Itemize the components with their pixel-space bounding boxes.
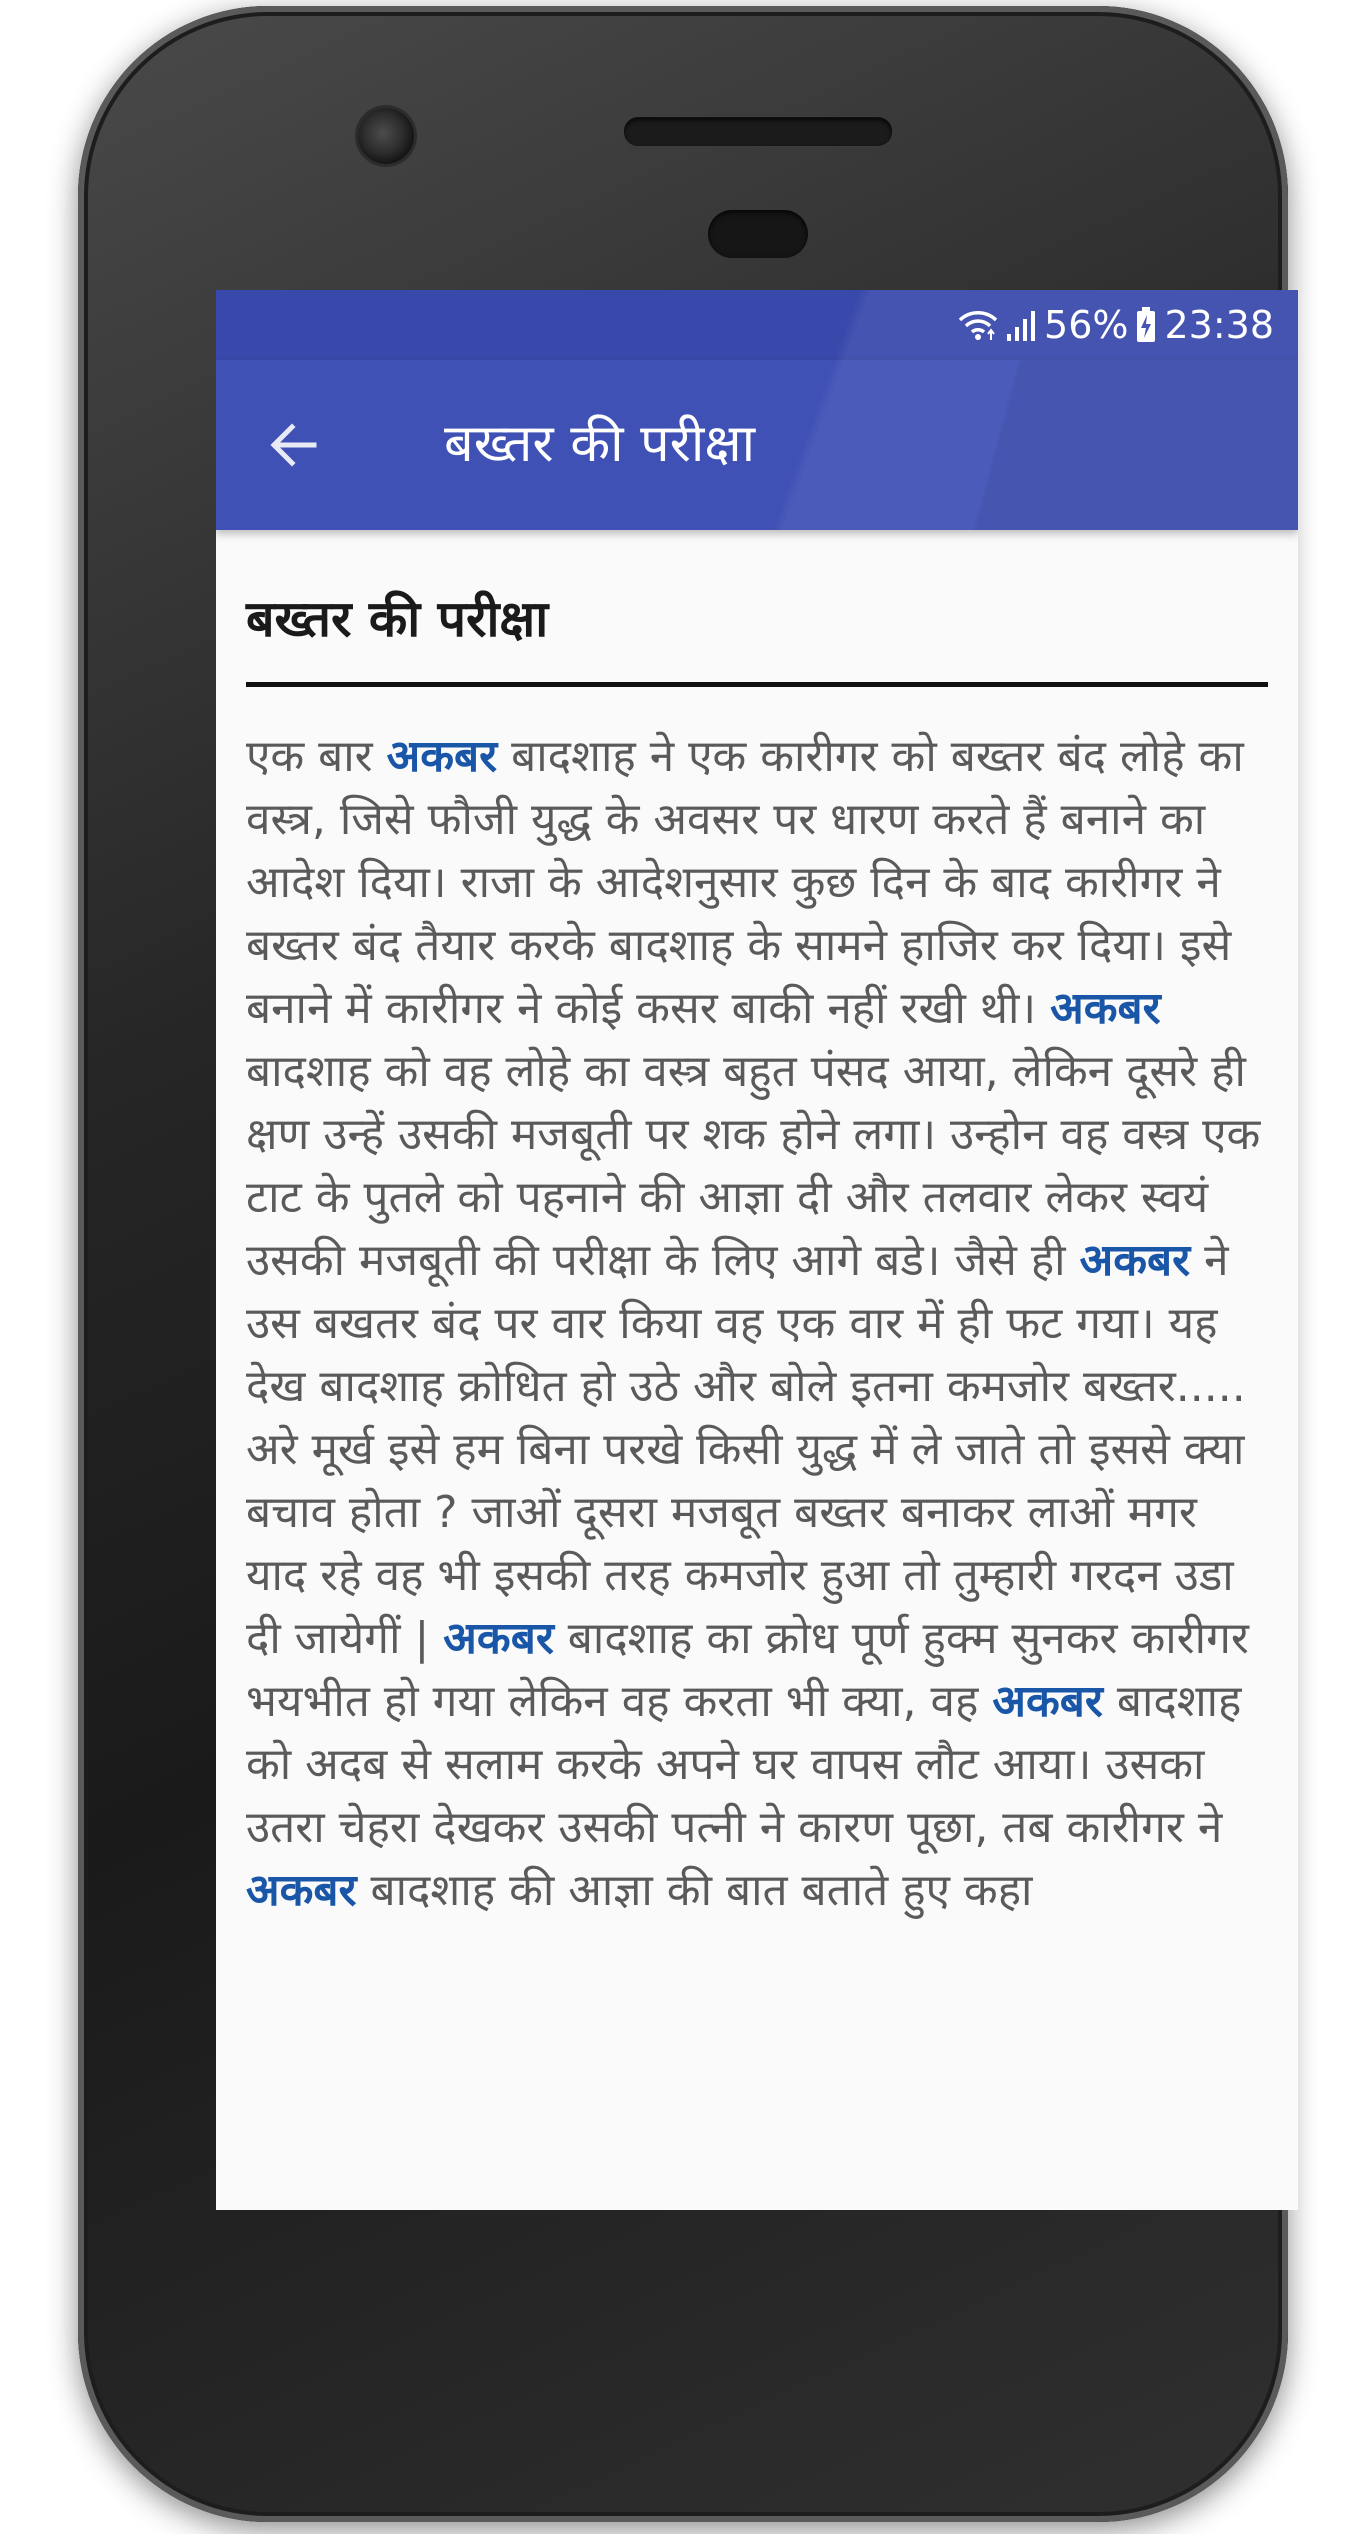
highlighted-name: अकबर: [1050, 983, 1161, 1034]
proximity-sensor: [708, 210, 808, 258]
highlighted-name: अकबर: [246, 1865, 357, 1916]
story-text: एक बार: [246, 731, 387, 782]
signal-icon: [1006, 308, 1036, 342]
story-content[interactable]: बख्तर की परीक्षा एक बार अकबर बादशाह ने ए…: [216, 530, 1298, 2210]
app-bar: बख्तर की परीक्षा: [216, 360, 1298, 530]
highlighted-name: अकबर: [443, 1613, 554, 1664]
arrow-left-icon: [270, 423, 317, 467]
app-bar-shade: [878, 360, 1298, 530]
wifi-icon: [958, 308, 998, 342]
back-button[interactable]: [254, 405, 334, 485]
story-text: ने उस बखतर बंद पर वार किया वह एक वार में…: [246, 1235, 1246, 1664]
clock: 23:38: [1164, 303, 1274, 347]
highlighted-name: अकबर: [1079, 1235, 1191, 1286]
earpiece-speaker: [624, 118, 892, 146]
battery-icon: [1136, 307, 1156, 343]
story-heading: बख्तर की परीक्षा: [246, 590, 549, 648]
highlighted-name: अकबर: [992, 1676, 1103, 1727]
battery-percent: 56%: [1044, 303, 1129, 347]
front-camera: [358, 108, 414, 164]
story-text: बादशाह की आज्ञा की बात बताते हुए कहा: [356, 1865, 1033, 1916]
story-body: एक बार अकबर बादशाह ने एक कारीगर को बख्तर…: [246, 725, 1268, 1922]
status-bar: 56% 23:38: [216, 290, 1298, 360]
app-bar-title: बख्तर की परीक्षा: [444, 414, 756, 474]
screen: 56% 23:38 बख्तर की परीक्षा बख्तर की परीक…: [216, 290, 1298, 2210]
heading-divider: [246, 682, 1268, 687]
status-icons: 56% 23:38: [958, 302, 1274, 348]
highlighted-name: अकबर: [386, 731, 498, 782]
phone-frame: 56% 23:38 बख्तर की परीक्षा बख्तर की परीक…: [78, 6, 1298, 2522]
